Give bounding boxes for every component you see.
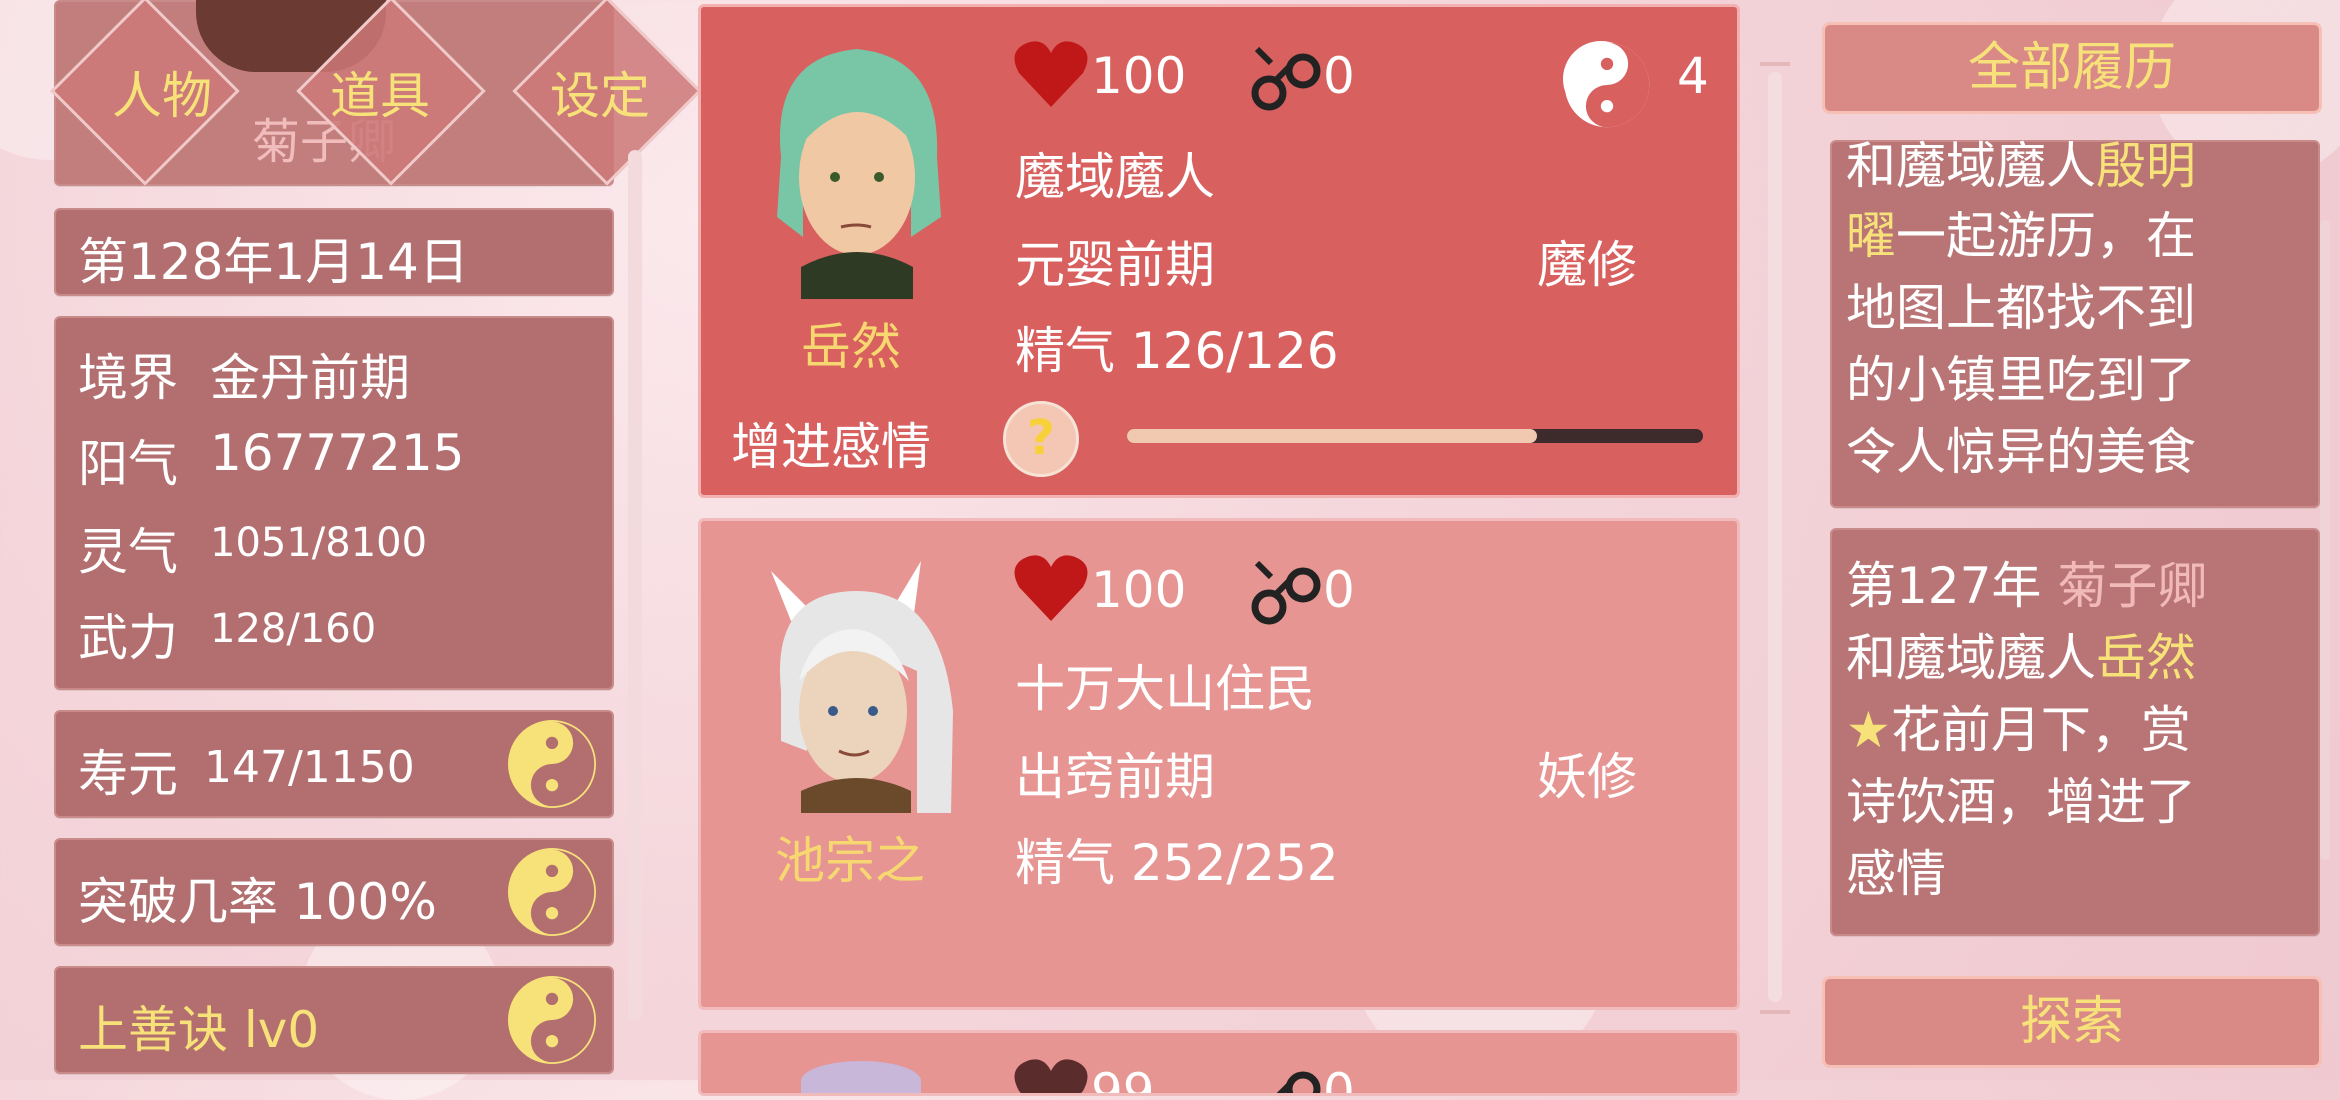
stats-panel: 境界 金丹前期 阳气 16777215 灵气 1051/8100 武力 128/… bbox=[54, 316, 614, 690]
history-button[interactable]: 全部履历 bbox=[1822, 22, 2322, 114]
history-log-1: 和魔域魔人殷明 曜一起游历，在 地图上都找不到 的小镇里吃到了 令人惊异的美食 bbox=[1830, 137, 2320, 508]
character-realm: 出窍前期 bbox=[1015, 748, 1215, 806]
lifespan-panel[interactable]: 寿元 147/1150 bbox=[54, 710, 614, 818]
skill-panel[interactable]: 上善诀 lv0 bbox=[54, 966, 614, 1074]
help-button[interactable]: ? bbox=[1003, 401, 1079, 477]
realm-value: 金丹前期 bbox=[210, 349, 410, 407]
realm-label: 境界 bbox=[78, 349, 178, 407]
log-line: 第127年 菊子卿 bbox=[1846, 557, 2208, 615]
right-scrollbar[interactable] bbox=[2320, 220, 2330, 860]
question-icon: ? bbox=[1027, 410, 1055, 466]
log-line: ★花前月下，赏 bbox=[1846, 701, 2191, 759]
explore-button-label: 探索 bbox=[2019, 992, 2124, 1052]
character-card-3[interactable]: 99 0 bbox=[698, 1030, 1740, 1096]
taiji-icon bbox=[1563, 41, 1650, 128]
affection-progress-fill bbox=[1127, 429, 1537, 443]
force-value: 128/160 bbox=[210, 606, 377, 652]
log-line: 感情 bbox=[1846, 845, 1946, 903]
yang-label: 阳气 bbox=[78, 435, 178, 493]
yang-value: 16777215 bbox=[210, 424, 465, 482]
character-essence: 精气 252/252 bbox=[1015, 834, 1339, 892]
taiji-icon[interactable] bbox=[508, 720, 596, 808]
breakthrough-panel[interactable]: 突破几率 100% bbox=[54, 838, 614, 946]
log-line: 地图上都找不到 bbox=[1846, 279, 2196, 337]
character-origin: 魔域魔人 bbox=[1015, 148, 1215, 206]
log-line: 和魔域魔人殷明 bbox=[1846, 137, 2196, 195]
skill-text: 上善诀 lv0 bbox=[78, 1001, 320, 1059]
action-label: 增进感情 bbox=[731, 418, 931, 476]
breakthrough-text: 突破几率 100% bbox=[78, 873, 437, 931]
character-name: 池宗之 bbox=[775, 832, 925, 890]
character-portrait bbox=[801, 1061, 921, 1093]
handcuffs-icon bbox=[1251, 560, 1321, 625]
character-essence: 精气 126/126 bbox=[1015, 322, 1339, 380]
current-date: 第128年1月14日 bbox=[78, 233, 469, 291]
log-line: 令人惊异的美食 bbox=[1846, 423, 2196, 481]
nav-settings-label: 设定 bbox=[550, 67, 650, 125]
force-label: 武力 bbox=[78, 609, 178, 667]
nav-items-label: 道具 bbox=[330, 67, 430, 125]
taiji-icon[interactable] bbox=[508, 976, 596, 1064]
character-portrait bbox=[741, 551, 973, 813]
explore-button[interactable]: 探索 bbox=[1822, 976, 2322, 1068]
character-card-1[interactable]: 岳然 100 0 4 魔域魔人 元婴前期 魔修 精气 126/126 增进感情 … bbox=[698, 4, 1740, 498]
middle-scrollbar-cap bbox=[1760, 1010, 1790, 1014]
spirit-label: 灵气 bbox=[78, 523, 178, 581]
heart-icon bbox=[1014, 1059, 1088, 1093]
middle-scrollbar-cap bbox=[1760, 62, 1790, 66]
handcuffs-icon bbox=[1276, 1071, 1321, 1093]
log-line: 的小镇里吃到了 bbox=[1846, 351, 2196, 409]
character-origin: 十万大山住民 bbox=[1015, 660, 1315, 718]
taiji-count: 4 bbox=[1677, 47, 1709, 105]
history-log-2: 第127年 菊子卿 和魔域魔人岳然 ★花前月下，赏 诗饮酒，增进了 感情 bbox=[1830, 528, 2320, 936]
spirit-value: 1051/8100 bbox=[210, 520, 428, 566]
character-realm: 元婴前期 bbox=[1015, 236, 1215, 294]
log-line: 诗饮酒，增进了 bbox=[1846, 773, 2196, 831]
left-scrollbar[interactable] bbox=[628, 150, 642, 1020]
character-portrait bbox=[741, 37, 973, 299]
nav-character-label: 人物 bbox=[112, 67, 212, 125]
lifespan-value: 147/1150 bbox=[204, 742, 415, 793]
middle-scrollbar[interactable] bbox=[1768, 72, 1782, 1002]
heart-icon bbox=[1014, 555, 1088, 621]
handcuffs-icon bbox=[1251, 46, 1321, 111]
affection-value: 100 bbox=[1091, 47, 1187, 105]
log-line: 曜一起游历，在 bbox=[1846, 207, 2196, 265]
heart-icon bbox=[1014, 41, 1088, 108]
lifespan-label: 寿元 bbox=[78, 745, 178, 803]
character-card-2[interactable]: 池宗之 100 0 十万大山住民 出窍前期 妖修 精气 252/252 bbox=[698, 518, 1740, 1010]
affection-value: 100 bbox=[1091, 561, 1187, 619]
history-button-label: 全部履历 bbox=[1967, 38, 2176, 98]
bond-value: 0 bbox=[1323, 561, 1355, 619]
taiji-icon[interactable] bbox=[508, 848, 596, 936]
star-icon: ★ bbox=[1846, 701, 1891, 759]
character-school: 妖修 bbox=[1537, 748, 1637, 806]
log-line: 和魔域魔人岳然 bbox=[1846, 629, 2196, 687]
date-panel: 第128年1月14日 bbox=[54, 208, 614, 296]
bond-value: 0 bbox=[1323, 47, 1355, 105]
character-name: 岳然 bbox=[801, 318, 901, 376]
character-school: 魔修 bbox=[1537, 236, 1637, 294]
